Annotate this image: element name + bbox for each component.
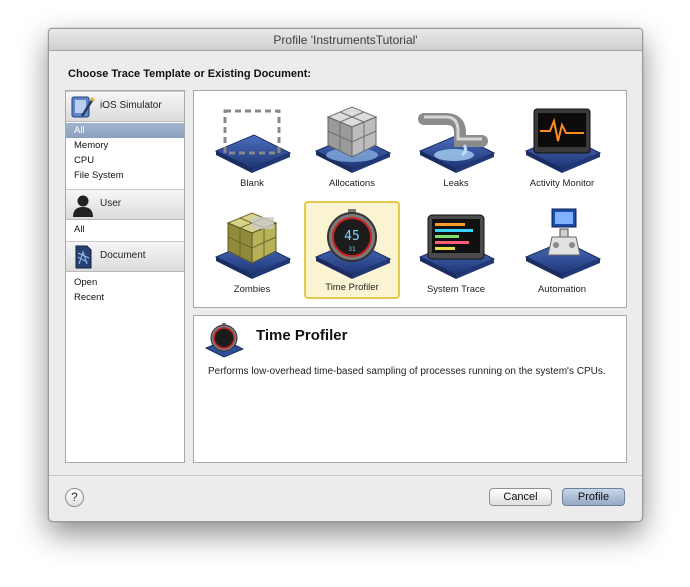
time-profiler-stopwatch-icon [204,323,244,358]
dialog-heading: Choose Trace Template or Existing Docume… [68,68,312,80]
template-grid: Blank Allocations Leaks Activity Monitor… [193,90,627,308]
footer-divider [49,475,642,476]
template-label: Zombies [233,284,271,295]
template-allocations[interactable]: Allocations [304,95,400,193]
sidebar-group-ios-simulator[interactable]: iOS Simulator [66,91,184,122]
template-sidebar: iOS Simulator All Memory CPU File System… [65,90,185,463]
sidebar-group-document[interactable]: Document [66,241,184,272]
description-text: Performs low-overhead time-based samplin… [208,366,606,377]
activity-monitor-icon [524,108,602,173]
user-silhouette-icon [73,195,93,217]
system-trace-icon [418,214,496,279]
template-description-panel: Time Profiler Performs low-overhead time… [193,315,627,463]
blank-template-icon [214,109,292,173]
template-label: Allocations [329,178,375,189]
sidebar-group-user[interactable]: User [66,189,184,220]
sidebar-item-memory[interactable]: Memory [66,138,184,153]
sidebar-item-recent[interactable]: Recent [66,290,184,305]
sidebar-group-label: User [100,198,122,209]
sidebar-item-file-system[interactable]: File System [66,168,184,183]
template-automation[interactable]: Automation [514,201,610,299]
template-blank[interactable]: Blank [204,95,300,193]
stopwatch-digits: 45 [344,229,360,244]
sidebar-group-label: iOS Simulator [100,100,162,111]
sidebar-group-label: Document [100,250,146,261]
template-activity-monitor[interactable]: Activity Monitor [514,95,610,193]
ios-simulator-icon [71,96,96,118]
template-label: Leaks [443,178,469,189]
template-label: Time Profiler [325,282,379,293]
description-title: Time Profiler [256,327,348,344]
template-label: Automation [537,284,587,295]
window-title: Profile 'InstrumentsTutorial' [49,29,642,51]
sidebar-item-ios-all[interactable]: All [66,123,184,138]
sidebar-item-cpu[interactable]: CPU [66,153,184,168]
cancel-button[interactable]: Cancel [489,488,552,506]
allocations-cube-icon [314,106,392,173]
profile-dialog: Profile 'InstrumentsTutorial' Choose Tra… [48,28,643,522]
profile-button[interactable]: Profile [562,488,625,506]
template-system-trace[interactable]: System Trace [408,201,504,299]
template-label: System Trace [426,284,486,295]
template-label: Activity Monitor [529,178,595,189]
time-profiler-stopwatch-icon: 45 31 [314,209,392,279]
leaks-pipe-icon [418,113,496,173]
template-time-profiler[interactable]: 45 31 Time Profiler [304,201,400,299]
stopwatch-sub-digits: 31 [348,246,356,253]
document-icon [75,245,92,269]
zombies-cube-icon [214,212,292,279]
help-button[interactable]: ? [65,488,84,507]
template-zombies[interactable]: Zombies [204,201,300,299]
template-leaks[interactable]: Leaks [408,95,504,193]
template-label: Blank [240,178,264,189]
automation-icon [524,208,602,279]
sidebar-item-open[interactable]: Open [66,275,184,290]
sidebar-item-user-all[interactable]: All [66,222,184,237]
